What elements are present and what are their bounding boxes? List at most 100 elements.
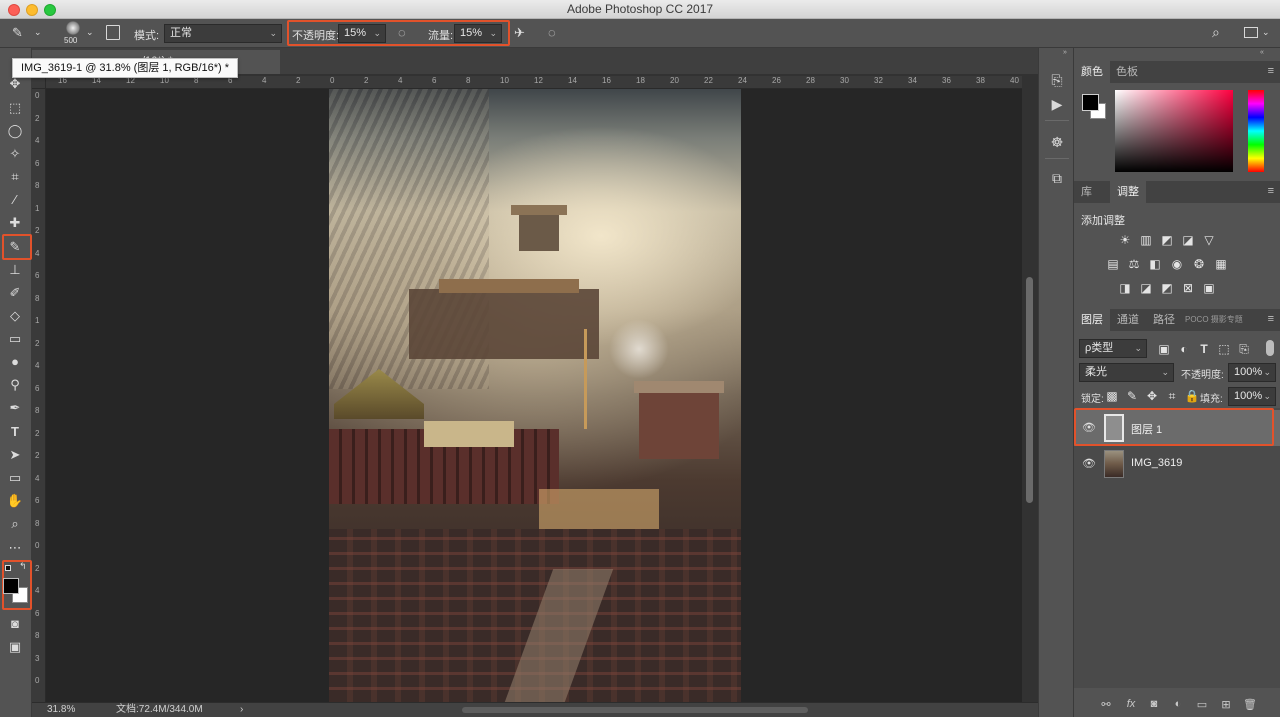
filter-shape-icon[interactable]: ⬚ [1216,342,1232,356]
eyedropper-tool-icon[interactable]: ⁄ [4,190,26,210]
default-colors-icon[interactable] [5,565,11,571]
color-lookup-icon[interactable]: ▦ [1213,257,1229,271]
channel-mixer-icon[interactable]: ❂ [1191,257,1207,271]
zoom-tool-icon[interactable]: ⌕ [4,514,26,534]
rectangle-tool-icon[interactable]: ▭ [4,468,26,488]
marquee-tool-icon[interactable]: ⬚ [4,98,26,118]
color-balance-icon[interactable]: ⚖ [1126,257,1142,271]
canvas-area[interactable] [46,89,1022,702]
tab-adjustments[interactable]: 调整 [1110,181,1146,203]
minimize-window-button[interactable] [26,4,38,16]
history-panel-icon[interactable]: ⎘ [1047,70,1067,90]
brush-size-picker[interactable]: 500 [62,20,84,47]
status-arrow-icon[interactable]: › [240,703,243,717]
vertical-scroll-thumb[interactable] [1026,277,1033,503]
threshold-icon[interactable]: ◩ [1159,281,1175,295]
layer-filter-select[interactable]: ρ类型 ⌄ [1079,339,1147,358]
levels-icon[interactable]: ▥ [1138,233,1154,247]
healing-brush-tool-icon[interactable]: ✚ [4,213,26,233]
maximize-window-button[interactable] [44,4,56,16]
lock-image-icon[interactable]: ✎ [1124,389,1140,403]
path-selection-tool-icon[interactable]: ➤ [4,445,26,465]
brightness-icon[interactable]: ☀ [1117,233,1133,247]
crop-tool-icon[interactable]: ⌗ [4,167,26,187]
new-group-icon[interactable]: ▭ [1194,698,1210,712]
layer-style-icon[interactable]: fx [1123,698,1139,712]
layer-row[interactable]: 👁 IMG_3619 [1074,446,1280,482]
hand-tool-icon[interactable]: ✋ [4,491,26,511]
vibrance-icon[interactable]: ▽ [1201,233,1217,247]
vertical-scrollbar[interactable] [1022,89,1038,702]
layer-comps-icon[interactable]: ⧉ [1047,168,1067,188]
visibility-eye-icon[interactable]: 👁 [1082,457,1096,470]
collapse-panels-icon[interactable]: « [1260,49,1264,56]
tool-presets-icon[interactable]: ☸ [1047,132,1067,152]
brush-panel-toggle-icon[interactable] [106,25,120,40]
history-brush-tool-icon[interactable]: ✐ [4,283,26,303]
blend-mode-select[interactable]: 柔光 ⌄ [1079,363,1174,382]
filter-toggle-icon[interactable] [1266,340,1274,356]
airbrush-icon[interactable]: ✈ [514,26,525,39]
flow-field[interactable]: 15% ⌄ [454,24,502,43]
search-icon[interactable]: ⌕ [1212,25,1220,39]
pen-tool-icon[interactable]: ✒ [4,398,26,418]
panel-menu-icon[interactable]: ≡ [1268,313,1274,325]
lock-all-icon[interactable]: 🔒 [1184,389,1200,403]
quick-mask-icon[interactable]: ◙ [4,614,26,634]
dodge-tool-icon[interactable]: ⚲ [4,375,26,395]
layer-opacity-field[interactable]: 100% ⌄ [1228,363,1276,382]
mode-select[interactable]: 正常 ⌄ [164,24,282,43]
tab-poco[interactable]: POCO 摄影专题 [1178,309,1250,331]
tab-layers[interactable]: 图层 [1074,309,1110,331]
lasso-tool-icon[interactable]: ◯ [4,121,26,141]
document-image[interactable] [329,89,741,702]
screen-mode-icon[interactable]: ▣ [4,637,26,657]
black-white-icon[interactable]: ◧ [1147,257,1163,271]
chevron-down-icon[interactable]: ⌄ [1262,28,1270,37]
new-layer-icon[interactable]: ⊞ [1218,698,1234,712]
brush-tool-icon[interactable]: ✎ [4,237,26,257]
lock-position-icon[interactable]: ✥ [1144,389,1160,403]
filter-smart-object-icon[interactable]: ⎘ [1236,342,1252,356]
tab-swatches[interactable]: 色板 [1109,61,1145,83]
tab-libraries[interactable]: 库 [1074,181,1099,203]
color-field[interactable] [1115,90,1233,172]
horizontal-scroll-thumb[interactable] [462,707,808,713]
tab-channels[interactable]: 通道 [1110,309,1146,331]
blur-tool-icon[interactable]: ● [4,352,26,372]
close-window-button[interactable] [8,4,20,16]
clone-stamp-tool-icon[interactable]: ⊥ [4,260,26,280]
filter-adjustment-icon[interactable]: ◐ [1176,342,1192,356]
posterize-icon[interactable]: ◪ [1138,281,1154,295]
workspace-icon[interactable] [1244,27,1258,38]
hue-saturation-icon[interactable]: ▤ [1105,257,1121,271]
selective-color-icon[interactable]: ⊠ [1180,281,1196,295]
gradient-map-icon[interactable]: ▣ [1201,281,1217,295]
photo-filter-icon[interactable]: ◉ [1169,257,1185,271]
layer-name[interactable]: IMG_3619 [1131,457,1182,469]
link-layers-icon[interactable]: ⚯ [1098,698,1114,712]
foreground-color-swatch[interactable] [3,578,19,594]
brush-preset-icon[interactable]: ✎ [12,26,23,39]
swap-colors-icon[interactable]: ↰ [19,561,27,572]
lock-artboard-icon[interactable]: ⌗ [1164,389,1180,403]
new-adjustment-layer-icon[interactable]: ◐ [1170,698,1186,712]
zoom-level[interactable]: 31.8% [47,703,75,717]
lock-transparent-icon[interactable]: ▩ [1104,389,1120,403]
collapse-dock-icon[interactable]: » [1063,49,1067,56]
tab-paths[interactable]: 路径 [1146,309,1182,331]
curves-icon[interactable]: ◩ [1159,233,1175,247]
chevron-down-icon[interactable]: ⌄ [86,28,94,37]
add-mask-icon[interactable]: ◙ [1146,698,1162,712]
filter-pixel-icon[interactable]: ▣ [1156,342,1172,356]
pressure-opacity-icon[interactable]: ◌ [398,26,406,39]
pressure-size-icon[interactable]: ◌ [548,26,556,39]
more-tools-icon[interactable]: ⋯ [4,538,26,558]
opacity-field[interactable]: 15% ⌄ [338,24,386,43]
panel-menu-icon[interactable]: ≡ [1268,65,1274,77]
chevron-down-icon[interactable]: ⌄ [34,28,42,37]
exposure-icon[interactable]: ◪ [1180,233,1196,247]
gradient-tool-icon[interactable]: ▭ [4,329,26,349]
hue-slider[interactable] [1248,90,1264,172]
fill-field[interactable]: 100% ⌄ [1228,387,1276,406]
